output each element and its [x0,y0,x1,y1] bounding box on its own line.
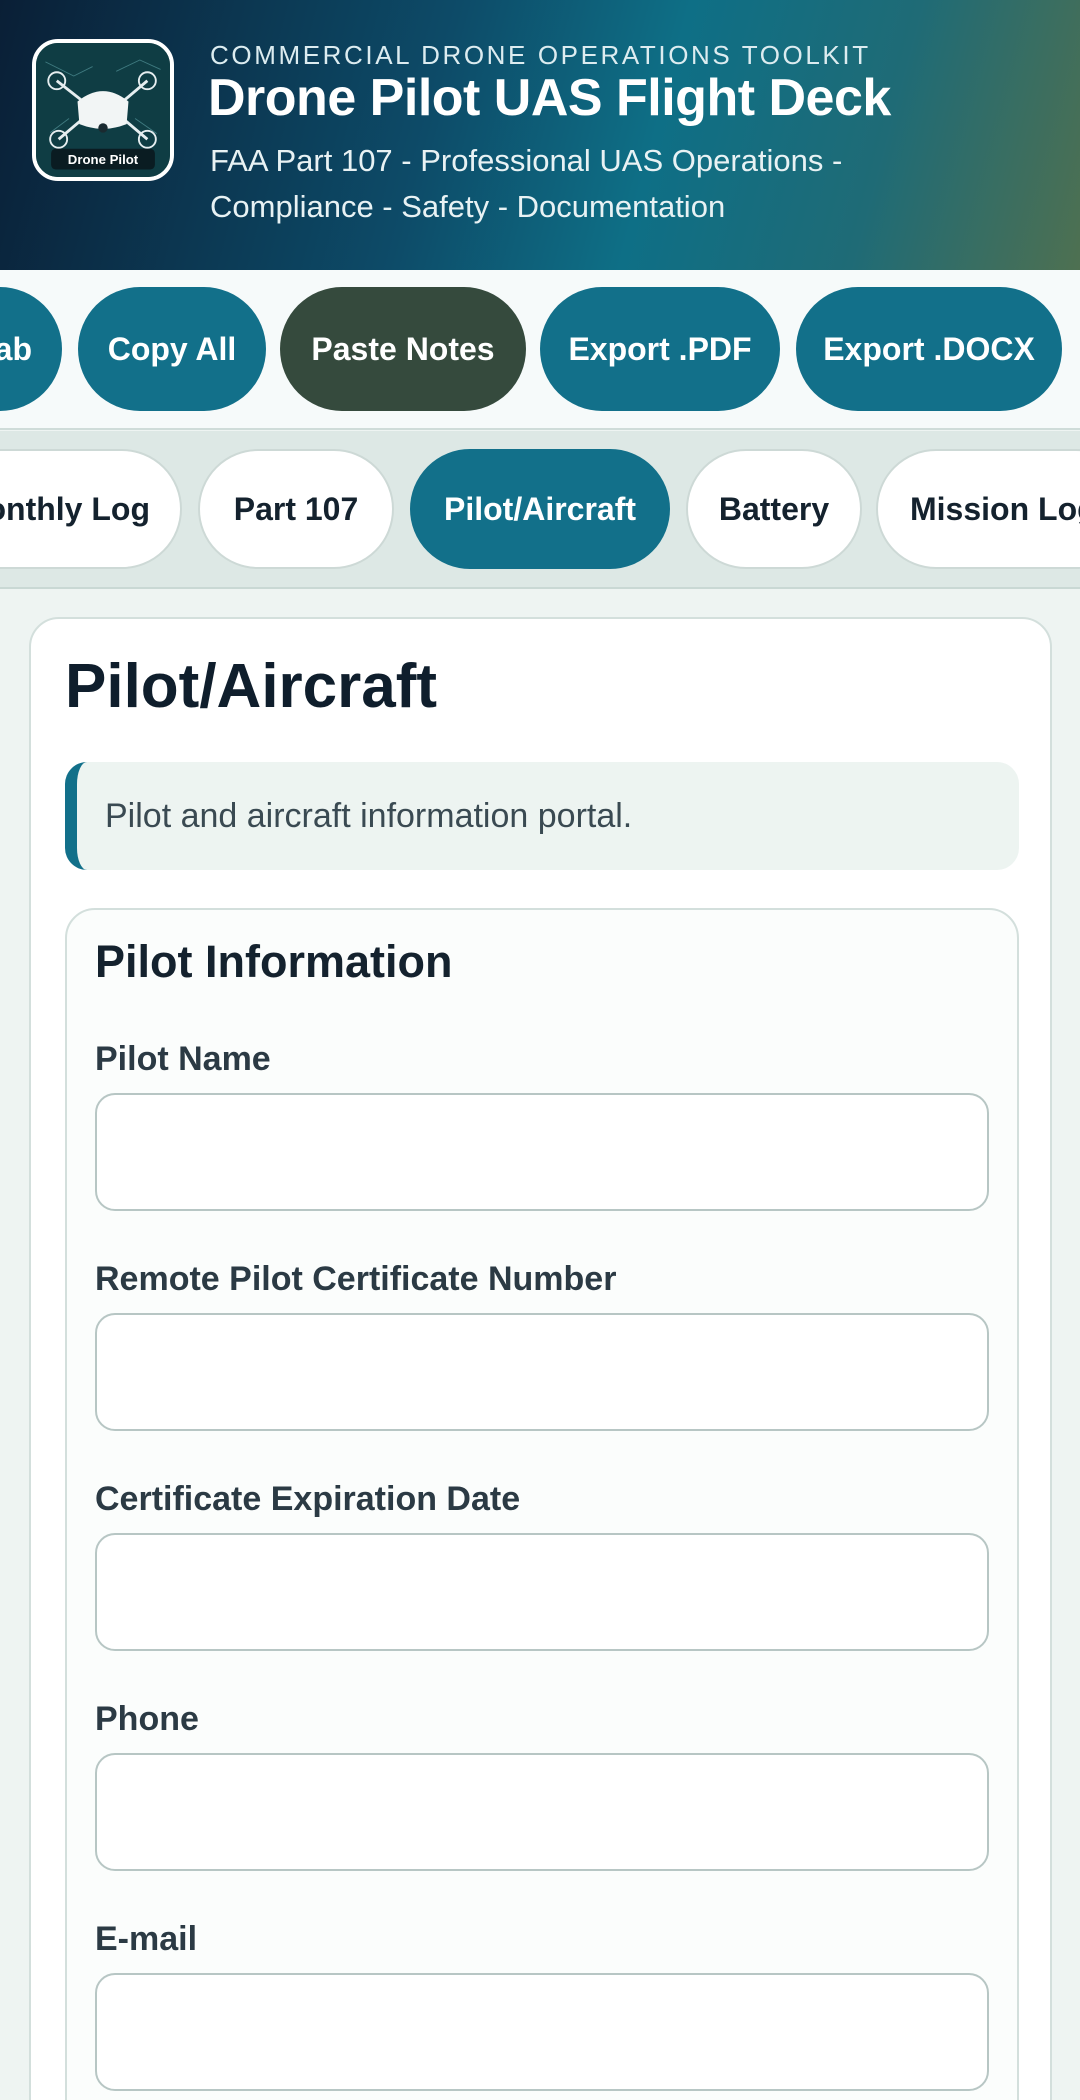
app-logo: Drone Pilot [32,39,174,181]
phone-label: Phone [95,1700,199,1738]
subtitle-line-1: FAA Part 107 - Professional UAS Operatio… [210,143,843,178]
subtitle-line-2: Compliance - Safety - Documentation [210,189,726,224]
paste-notes-button[interactable]: Paste Notes [280,287,526,411]
action-toolbar: ab Copy All Paste Notes Export .PDF Expo… [0,270,1080,430]
app-title: Drone Pilot UAS Flight Deck [208,69,891,127]
app-eyebrow: COMMERCIAL DRONE OPERATIONS TOOLKIT [210,40,871,70]
info-notice: Pilot and aircraft information portal. [65,762,1019,870]
drone-icon: Drone Pilot [36,43,170,177]
certificate-expiration-input[interactable] [95,1533,989,1651]
logo-text: Drone Pilot [68,152,139,167]
section-tabs: onthly Log Part 107 Pilot/Aircraft Batte… [0,431,1080,589]
tab-monthly-log[interactable]: onthly Log [0,449,182,569]
tab-pilot-aircraft[interactable]: Pilot/Aircraft [410,449,670,569]
pilot-name-input[interactable] [95,1093,989,1211]
pilot-information-section: Pilot Information Pilot Name Remote Pilo… [65,908,1019,2100]
export-pdf-button[interactable]: Export .PDF [540,287,780,411]
app-subtitle: FAA Part 107 - Professional UAS Operatio… [210,138,1050,230]
page-title: Pilot/Aircraft [65,652,438,721]
export-docx-button[interactable]: Export .DOCX [796,287,1062,411]
tab-battery[interactable]: Battery [686,449,862,569]
tab-part-107[interactable]: Part 107 [198,449,394,569]
email-label: E-mail [95,1920,198,1958]
email-input[interactable] [95,1973,989,2091]
certificate-expiration-label: Certificate Expiration Date [95,1480,521,1518]
phone-input[interactable] [95,1753,989,1871]
tab-mission-log[interactable]: Mission Log [876,449,1080,569]
app-header: Drone Pilot COMMERCIAL DRONE OPERATIONS … [0,0,1080,270]
pilot-name-label: Pilot Name [95,1040,271,1078]
certificate-number-input[interactable] [95,1313,989,1431]
main-card: Pilot/Aircraft Pilot and aircraft inform… [29,617,1052,2100]
toolbar-button-tab[interactable]: ab [0,287,62,411]
certificate-number-label: Remote Pilot Certificate Number [95,1260,617,1298]
section-title: Pilot Information [95,936,453,987]
copy-all-button[interactable]: Copy All [78,287,266,411]
